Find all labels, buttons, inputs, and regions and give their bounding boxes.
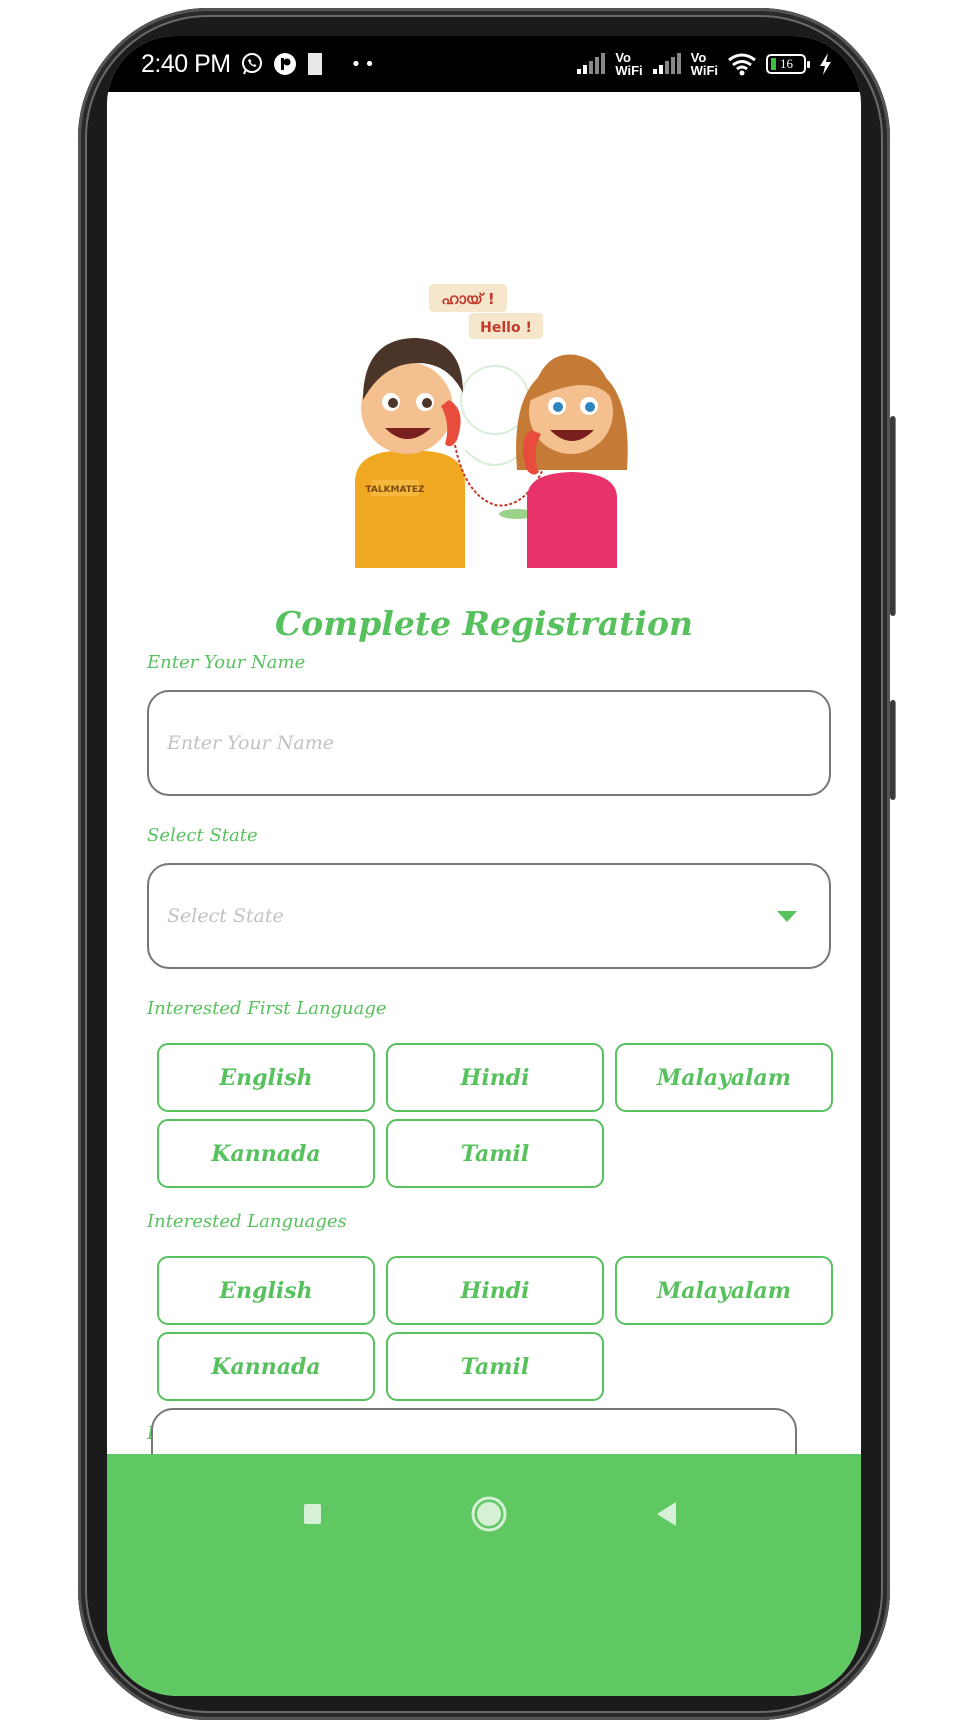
page-title: Complete Registration [275,604,693,643]
languages-label: Interested Languages [147,1211,347,1232]
name-input[interactable] [167,732,829,754]
hero-illustration: ഹായ് ! Hello ! TALKMATEZ [355,284,628,568]
language-option-malayalam[interactable]: Malayalam [615,1256,833,1325]
back-button[interactable] [647,1494,687,1534]
navigation-bar [107,1454,861,1696]
app-notification-icon [273,52,297,76]
home-icon [471,1496,507,1532]
volume-button [890,416,896,616]
state-placeholder: Select State [167,905,284,927]
languages-options: English Hindi Malayalam Kannada Tamil [157,1256,833,1401]
first-language-option-english[interactable]: English [157,1043,375,1112]
more-notifications-indicator: •• [350,53,378,75]
power-button [890,700,896,800]
language-option-hindi[interactable]: Hindi [386,1256,604,1325]
screen: 2:40 PM •• Vo WiFi Vo WiFi 16 ഹായ് ! Hel… [107,36,861,1696]
first-language-option-kannada[interactable]: Kannada [157,1119,375,1188]
whatsapp-icon [240,52,264,76]
language-option-tamil[interactable]: Tamil [386,1332,604,1401]
signal-bars-icon [652,53,682,75]
back-icon [657,1502,676,1526]
first-language-options: English Hindi Malayalam Kannada Tamil [157,1043,833,1188]
name-label: Enter Your Name [147,652,306,673]
status-bar: 2:40 PM •• Vo WiFi Vo WiFi 16 [107,36,861,92]
language-option-kannada[interactable]: Kannada [157,1332,375,1401]
vowifi-indicator-1: Vo WiFi [615,50,643,78]
chevron-down-icon[interactable] [777,910,797,922]
state-label: Select State [147,825,258,846]
home-button[interactable] [469,1494,509,1534]
first-language-option-hindi[interactable]: Hindi [386,1043,604,1112]
first-language-option-tamil[interactable]: Tamil [386,1119,604,1188]
recent-apps-button[interactable] [293,1494,333,1534]
shirt-text: TALKMATEZ [365,485,425,495]
first-language-label: Interested First Language [147,998,387,1019]
battery-fill [771,58,776,70]
recent-apps-icon [304,1504,321,1524]
speech-bubble-malayalam: ഹായ് ! [441,290,495,308]
language-option-english[interactable]: English [157,1256,375,1325]
battery-indicator: 16 [766,54,810,74]
first-language-option-malayalam[interactable]: Malayalam [615,1043,833,1112]
sim-card-icon [306,52,324,76]
speech-bubble-english: Hello ! [480,320,532,336]
signal-bars-icon [576,53,606,75]
vowifi-indicator-2: Vo WiFi [690,50,718,78]
status-time: 2:40 PM [141,49,231,78]
name-field[interactable] [147,690,831,796]
state-dropdown[interactable]: Select State [147,863,831,969]
lightning-icon [819,53,833,75]
wifi-icon [727,52,757,76]
registration-content: ഹായ് ! Hello ! TALKMATEZ Complete Regist… [107,92,861,1600]
